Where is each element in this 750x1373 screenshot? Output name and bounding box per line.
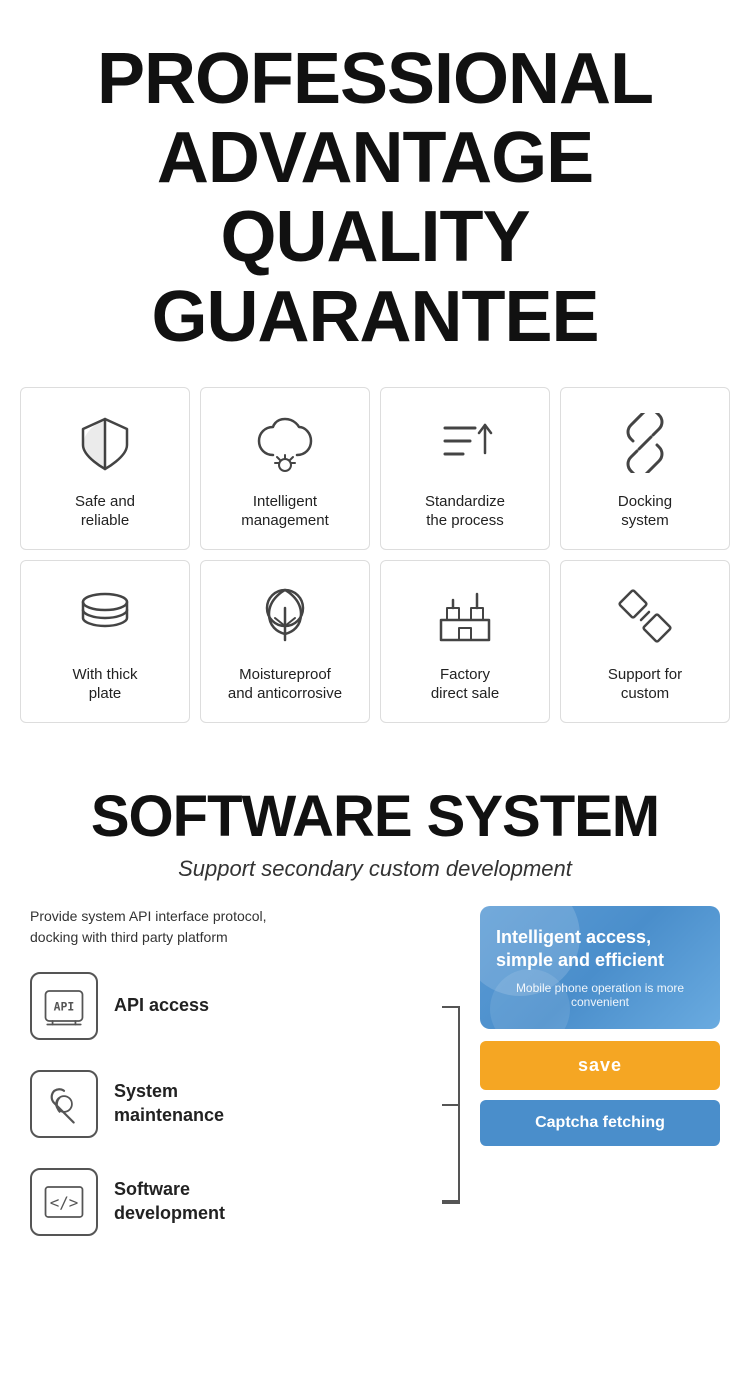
card-factory-sale: Factorydirect sale: [380, 560, 550, 723]
edit-tools-icon: [610, 581, 680, 651]
svg-text:</>: </>: [50, 1193, 79, 1212]
phone-card-title: Intelligent access, simple and efficient: [496, 926, 704, 973]
maintenance-icon-box: [30, 1070, 98, 1138]
connector-line-maintenance: [442, 1104, 460, 1106]
card-label-moistureproof: Moistureproofand anticorrosive: [228, 665, 342, 704]
card-thick-plate: With thickplate: [20, 560, 190, 723]
page-header: PROFESSIONAL ADVANTAGE QUALITY GUARANTEE: [0, 0, 750, 377]
connector-line-api: [442, 1006, 460, 1008]
feature-label-api: API access: [114, 994, 209, 1017]
cloud-settings-icon: [250, 408, 320, 478]
features-list: API API access: [30, 972, 460, 1236]
card-label-thick-plate: With thickplate: [72, 665, 137, 704]
features-grid: Safe and reliable Intelligentmanagement: [0, 377, 750, 753]
software-section: SOFTWARE SYSTEM Support secondary custom…: [0, 753, 750, 1286]
card-standardize-process: Standardizethe process: [380, 387, 550, 550]
api-icon-box: API: [30, 972, 98, 1040]
feature-api-access: API API access: [30, 972, 460, 1040]
software-body: Provide system API interface protocol, d…: [30, 906, 720, 1266]
main-title: PROFESSIONAL ADVANTAGE QUALITY GUARANTEE: [20, 40, 730, 357]
factory-icon: [430, 581, 500, 651]
card-support-custom: Support forcustom: [560, 560, 730, 723]
grid-row-2: With thickplate Moistureproofand anticor…: [20, 560, 730, 723]
svg-text:API: API: [54, 999, 75, 1013]
card-label-factory-sale: Factorydirect sale: [431, 665, 499, 704]
grid-row-1: Safe and reliable Intelligentmanagement: [20, 387, 730, 550]
card-intelligent-management: Intelligentmanagement: [200, 387, 370, 550]
card-safe-reliable: Safe and reliable: [20, 387, 190, 550]
code-icon-box: </>: [30, 1168, 98, 1236]
card-label-standardize-process: Standardizethe process: [425, 492, 505, 531]
feature-system-maintenance: System maintenance: [30, 1070, 460, 1138]
leaf-icon: [250, 581, 320, 651]
software-right-panel: Intelligent access, simple and efficient…: [480, 906, 720, 1146]
card-docking-system: Dockingsystem: [560, 387, 730, 550]
captcha-button[interactable]: Captcha fetching: [480, 1100, 720, 1146]
checklist-icon: [430, 408, 500, 478]
feature-label-maintenance: System maintenance: [114, 1080, 224, 1127]
connector-line-software: [442, 1202, 460, 1204]
link-icon: [610, 408, 680, 478]
software-subtitle: Support secondary custom development: [30, 856, 720, 882]
software-description: Provide system API interface protocol, d…: [30, 906, 460, 948]
phone-card: Intelligent access, simple and efficient…: [480, 906, 720, 1029]
card-label-safe-reliable: Safe and reliable: [75, 492, 135, 531]
software-title: SOFTWARE SYSTEM: [30, 783, 720, 850]
save-button[interactable]: save: [480, 1041, 720, 1090]
card-label-docking-system: Dockingsystem: [618, 492, 672, 531]
phone-card-subtitle: Mobile phone operation is more convenien…: [496, 981, 704, 1009]
card-label-intelligent-management: Intelligentmanagement: [241, 492, 329, 531]
card-label-support-custom: Support forcustom: [608, 665, 682, 704]
card-moistureproof: Moistureproofand anticorrosive: [200, 560, 370, 723]
software-left: Provide system API interface protocol, d…: [30, 906, 460, 1266]
feature-software-development: </> Software development: [30, 1168, 460, 1236]
feature-label-software-dev: Software development: [114, 1178, 225, 1225]
layers-icon: [70, 581, 140, 651]
shield-icon: [70, 408, 140, 478]
